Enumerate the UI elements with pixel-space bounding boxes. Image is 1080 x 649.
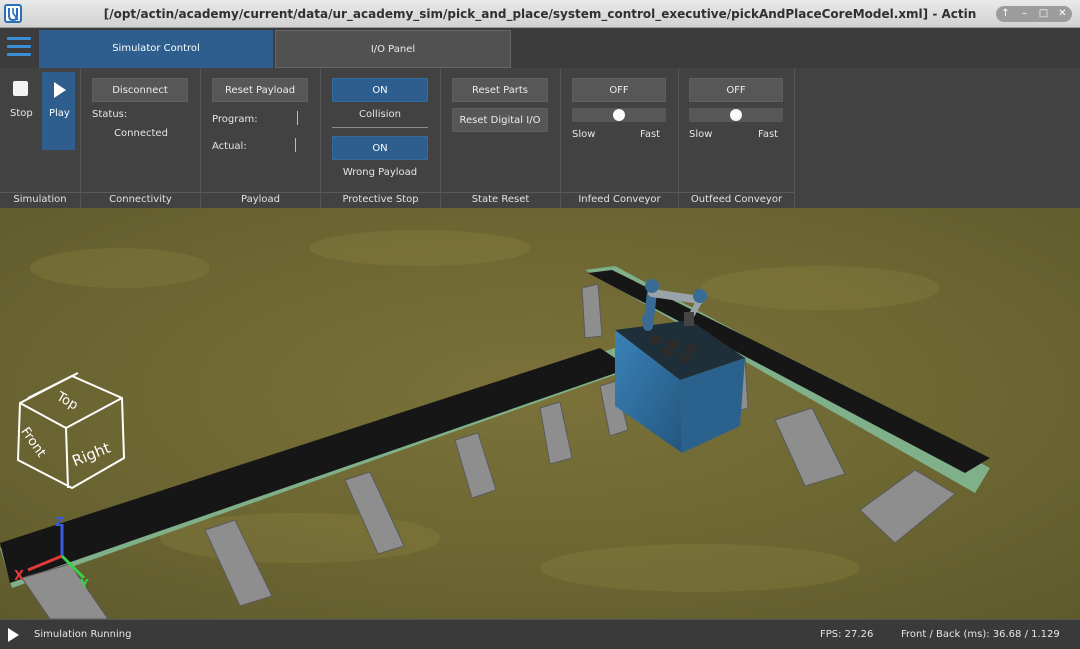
- collision-toggle[interactable]: ON: [332, 78, 428, 102]
- axis-y-label: Y: [79, 577, 89, 591]
- wrong-payload-toggle[interactable]: ON: [332, 136, 428, 160]
- play-button[interactable]: Play: [42, 72, 75, 150]
- reset-digital-io-button[interactable]: Reset Digital I/O: [452, 108, 548, 132]
- scene-render: Top Front Right Z X Y: [0, 208, 1080, 619]
- payload-group: Reset Payload Program: Actual: Payload: [201, 68, 321, 208]
- protective-stop-label: Protective Stop: [321, 192, 440, 206]
- stop-button[interactable]: Stop: [4, 72, 38, 122]
- connectivity-group: Disconnect Status: Connected Connectivit…: [81, 68, 201, 208]
- infeed-slider-knob[interactable]: [613, 109, 625, 121]
- actual-value-field: [295, 138, 296, 152]
- actual-label: Actual:: [212, 141, 247, 152]
- control-panel: Stop Play Simulation State Disconnect St…: [0, 68, 1080, 219]
- simulation-state-group: Stop Play Simulation State: [0, 68, 81, 219]
- reset-parts-button[interactable]: Reset Parts: [452, 78, 548, 102]
- infeed-conveyor-toggle[interactable]: OFF: [572, 78, 666, 102]
- play-icon: [54, 82, 66, 98]
- frame-time-readout: Front / Back (ms): 36.68 / 1.129: [901, 629, 1060, 640]
- stop-icon: [13, 81, 28, 96]
- simulation-status-text: Simulation Running: [34, 629, 132, 640]
- 3d-viewport[interactable]: Top Front Right Z X Y: [0, 208, 1080, 619]
- connectivity-label: Connectivity: [81, 192, 200, 206]
- outfeed-conveyor-group: OFF Slow Fast Outfeed Conveyor: [679, 68, 795, 208]
- collision-label: Collision: [359, 109, 401, 120]
- program-label: Program:: [212, 114, 258, 125]
- payload-label: Payload: [201, 192, 320, 206]
- tab-io-panel[interactable]: I/O Panel: [275, 30, 511, 68]
- title-bar: [/opt/actin/academy/current/data/ur_acad…: [0, 0, 1080, 28]
- minimize-icon[interactable]: –: [1017, 6, 1033, 22]
- state-reset-label: State Reset: [441, 192, 560, 206]
- outfeed-conveyor-label: Outfeed Conveyor: [679, 192, 794, 206]
- menu-icon[interactable]: [7, 37, 31, 57]
- status-bar: Simulation Running FPS: 27.26 Front / Ba…: [0, 619, 1080, 649]
- reset-payload-button[interactable]: Reset Payload: [212, 78, 308, 102]
- outfeed-fast-label: Fast: [758, 129, 779, 140]
- infeed-conveyor-group: OFF Slow Fast Infeed Conveyor: [561, 68, 679, 208]
- outfeed-speed-slider[interactable]: [689, 108, 783, 122]
- tab-bar: Simulator Control I/O Panel: [0, 28, 1080, 68]
- maximize-icon[interactable]: □: [1036, 6, 1052, 22]
- fps-readout: FPS: 27.26: [820, 629, 874, 640]
- status-label: Status:: [92, 109, 128, 120]
- axis-x-label: X: [14, 569, 24, 584]
- infeed-speed-slider[interactable]: [572, 108, 666, 122]
- infeed-conveyor-label: Infeed Conveyor: [561, 192, 678, 206]
- close-icon[interactable]: ✕: [1055, 6, 1071, 22]
- status-value: Connected: [114, 128, 168, 139]
- wrong-payload-label: Wrong Payload: [342, 167, 418, 178]
- window-title: [/opt/actin/academy/current/data/ur_acad…: [103, 7, 977, 21]
- axis-z-label: Z: [55, 515, 64, 529]
- program-value-field[interactable]: [297, 111, 298, 125]
- disconnect-button[interactable]: Disconnect: [92, 78, 188, 102]
- stop-label: Stop: [10, 108, 33, 119]
- play-label: Play: [49, 108, 70, 119]
- infeed-slow-label: Slow: [572, 129, 596, 140]
- outfeed-conveyor-toggle[interactable]: OFF: [689, 78, 783, 102]
- tab-simulator-control[interactable]: Simulator Control: [39, 30, 273, 68]
- divider: [332, 127, 428, 128]
- outfeed-slider-knob[interactable]: [730, 109, 742, 121]
- state-reset-group: Reset Parts Reset Digital I/O State Rese…: [441, 68, 561, 208]
- window-controls: ↑ – □ ✕: [996, 6, 1072, 22]
- infeed-fast-label: Fast: [640, 129, 661, 140]
- outfeed-slow-label: Slow: [689, 129, 713, 140]
- pin-icon[interactable]: ↑: [998, 6, 1014, 22]
- protective-stop-group: ON Collision ON Wrong Payload Protective…: [321, 68, 441, 208]
- simulation-state-label: Simulation State: [0, 192, 80, 219]
- simulation-running-icon: [8, 628, 19, 642]
